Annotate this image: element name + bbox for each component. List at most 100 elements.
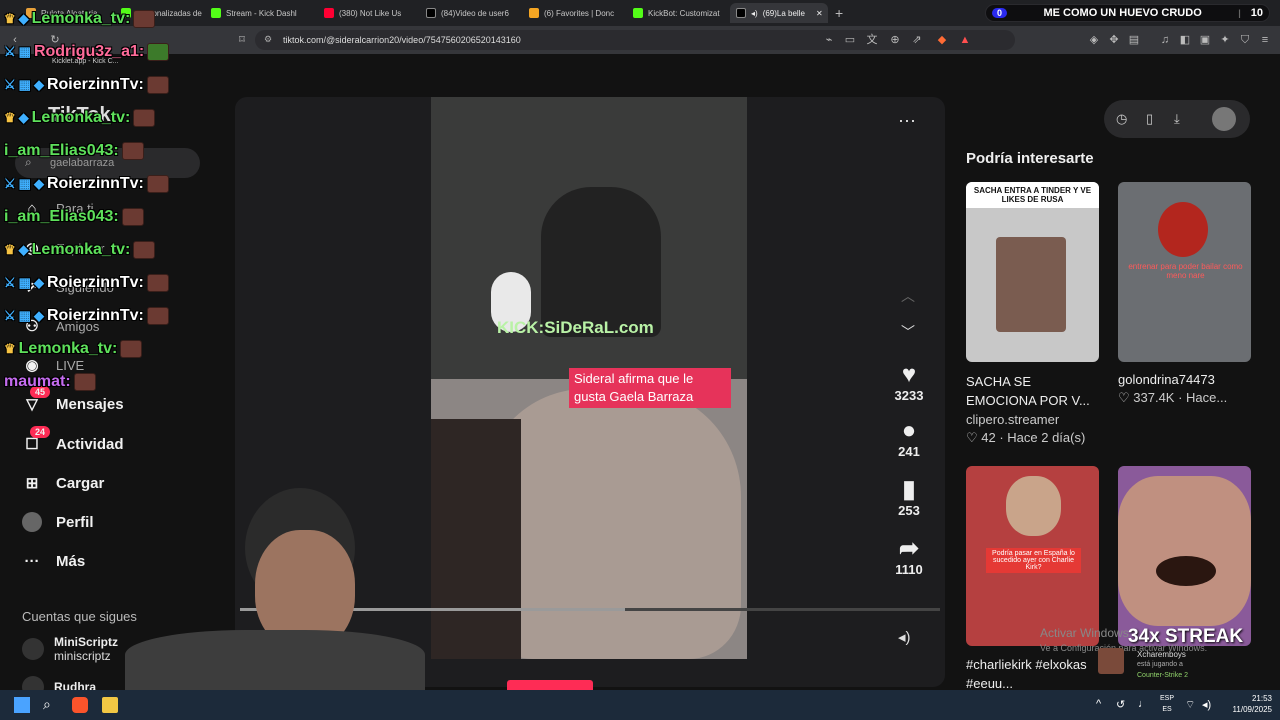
tray-app-icon[interactable]: ↺	[1116, 698, 1125, 711]
player-tools: ◷ ▯ ⤓	[1104, 100, 1250, 138]
streak-counter: 34x STREAK	[1128, 626, 1244, 647]
notification-line: está jugando a	[1137, 661, 1183, 668]
device-icon[interactable]: ▯	[1146, 111, 1153, 127]
sword-badge-icon: ⚔	[4, 275, 16, 290]
rewards-icon[interactable]: ▲	[958, 33, 972, 47]
nav-more[interactable]: ··· Más	[22, 551, 86, 571]
goal-end-count: 10	[1250, 7, 1263, 19]
new-tab-icon[interactable]: +	[835, 5, 843, 21]
zoom-icon[interactable]: ⊕	[888, 33, 902, 47]
bookmark-kicklet[interactable]: Kicklet.app - Kick C...	[52, 58, 119, 65]
previous-video-icon[interactable]: ︿	[901, 286, 915, 306]
translate-page-icon[interactable]: 文	[865, 33, 879, 47]
nav-label: Mensajes	[56, 395, 124, 413]
autoscroll-icon[interactable]: ◷	[1116, 111, 1127, 127]
download-icon[interactable]: ⤓	[1174, 111, 1180, 127]
nav-activity[interactable]: ☐ 24 Actividad	[22, 426, 124, 454]
more-options-icon[interactable]: ···	[898, 110, 916, 131]
account-name: MiniScriptz	[54, 635, 119, 649]
brave-shield-icon[interactable]: ◆	[935, 33, 949, 47]
thumbnail-text: entrenar para poder bailar como meno nar…	[1128, 262, 1243, 280]
related-video-title[interactable]: #charliekirk #elxokas #eeuu...	[966, 655, 1101, 693]
nav-messages[interactable]: ▽ 45 Mensajes	[22, 386, 124, 414]
video-player[interactable]: KICK:SiDeRaL.com Sideral afirma que le g…	[431, 97, 747, 659]
share-icon[interactable]: ⇗	[910, 33, 924, 47]
leo-ai-icon[interactable]: ✦	[1218, 33, 1232, 47]
volume-icon[interactable]: ◂)	[898, 628, 911, 646]
related-thumbnail[interactable]: Podría pasar en España lo sucedido ayer …	[966, 466, 1099, 646]
account-handle: miniscriptz	[54, 649, 111, 663]
share-button[interactable]: ➦ 1110	[885, 536, 933, 578]
chat-username: Lemonka_tv:	[31, 109, 131, 126]
activity-icon: ☐ 24	[22, 426, 51, 454]
site-settings-icon[interactable]: ⚙	[264, 34, 272, 45]
tab-favorites[interactable]: (6) Favorites | Donc	[523, 3, 623, 23]
chat-message: ♛ Lemonka_tv:	[4, 340, 143, 358]
follow-button[interactable]	[507, 680, 593, 690]
kickbot-favicon-icon	[633, 8, 643, 18]
tab-tiktok-active[interactable]: ◂) (69)La belle ✕	[730, 3, 828, 23]
tiktok-favicon-icon	[426, 8, 436, 18]
tab-kick-dashboard[interactable]: Stream - Kick Dashl	[205, 3, 310, 23]
chat-emote	[133, 10, 156, 28]
close-tab-icon[interactable]: ✕	[816, 9, 823, 18]
notification-name: Xcharemboys	[1137, 650, 1186, 659]
chat-username: RoierzinnTv:	[46, 307, 144, 324]
music-icon[interactable]: ♫	[1158, 33, 1172, 47]
save-count: 253	[898, 503, 920, 518]
following-account[interactable]: MiniScriptz miniscriptz	[22, 635, 118, 663]
translate-icon[interactable]: ⌁	[822, 33, 836, 47]
following-accounts-header: Cuentas que sigues	[22, 609, 137, 624]
save-button[interactable]: ▮ 253	[885, 477, 933, 519]
speaker-tray-icon[interactable]: ◂)	[1202, 698, 1211, 711]
thumbnail-mouth	[1156, 556, 1216, 586]
tab-tiktok-user[interactable]: (84)Video de user6	[420, 3, 520, 23]
tab-label: Stream - Kick Dashl	[226, 8, 297, 18]
puzzle-icon[interactable]: ✥	[1107, 33, 1121, 47]
tab-kickbot[interactable]: KickBot: Customizat	[627, 3, 727, 23]
network-icon[interactable]: ⌔	[1185, 698, 1195, 712]
shirt-shape	[125, 630, 425, 692]
tab-youtube[interactable]: (380) Not Like Us	[318, 3, 413, 23]
taskbar-clock[interactable]: 21:53 11/09/2025	[1222, 693, 1272, 715]
menu-icon[interactable]: ≡	[1258, 33, 1272, 47]
nav-upload[interactable]: ⊞ Cargar	[22, 473, 105, 493]
file-explorer-icon[interactable]	[102, 697, 118, 713]
related-video-title[interactable]: SACHA SE EMOCIONA POR V...	[966, 372, 1101, 410]
tray-chevron-icon[interactable]: ^	[1096, 698, 1101, 710]
nav-live[interactable]: ◉ LIVE	[22, 355, 84, 375]
split-view-icon[interactable]: ◧	[1178, 33, 1192, 47]
related-thumbnail[interactable]: SACHA ENTRA A TINDER Y VE LIKES DE RUSA	[966, 182, 1099, 362]
chat-message: maumat:	[4, 373, 96, 391]
windows-start-icon[interactable]	[14, 697, 30, 713]
reader-icon[interactable]: ▭	[843, 33, 857, 47]
comment-button[interactable]: ● 241	[885, 418, 933, 460]
vpn-icon[interactable]: ⛉	[1238, 33, 1252, 47]
microphone-icon[interactable]: ♩	[1138, 698, 1149, 710]
hair-shape	[431, 419, 521, 659]
user-avatar[interactable]	[1212, 107, 1236, 131]
related-thumbnail[interactable]: entrenar para poder bailar como meno nar…	[1118, 182, 1251, 362]
language-indicator[interactable]: ESP ES	[1160, 693, 1174, 715]
related-video-meta: ♡ 337.4K · Hace...	[1118, 390, 1228, 405]
related-thumbnail[interactable]	[1118, 466, 1251, 646]
brave-browser-icon[interactable]	[72, 697, 88, 713]
tab-label: (84)Video de user6	[441, 8, 509, 18]
related-video-author[interactable]: golondrina74473	[1118, 372, 1215, 387]
speaker-icon: ◂)	[751, 8, 758, 18]
taskbar-search-icon[interactable]: ⌕	[43, 696, 51, 713]
like-button[interactable]: ♥ 3233	[885, 362, 933, 404]
thumbnail-image	[1158, 202, 1208, 257]
next-video-icon[interactable]: ﹀	[901, 322, 915, 342]
chat-username: RoierzinnTv:	[46, 175, 144, 192]
chat-message: ⚔ ▦ ◆ RoierzinnTv:	[4, 76, 169, 94]
wallet-icon[interactable]: ▣	[1198, 33, 1212, 47]
tiktok-favicon-icon	[736, 8, 746, 18]
goal-title: ME COMO UN HUEVO CRUDO	[1043, 7, 1202, 19]
sidebar-toggle-icon[interactable]: ▤	[1127, 33, 1141, 47]
bookmark-icon[interactable]: ⌑	[235, 33, 249, 47]
nav-profile[interactable]: Perfil	[22, 512, 94, 532]
extension-icon[interactable]: ◈	[1087, 33, 1101, 47]
related-video-author[interactable]: clipero.streamer	[966, 412, 1059, 427]
pepe-emote	[147, 43, 170, 61]
